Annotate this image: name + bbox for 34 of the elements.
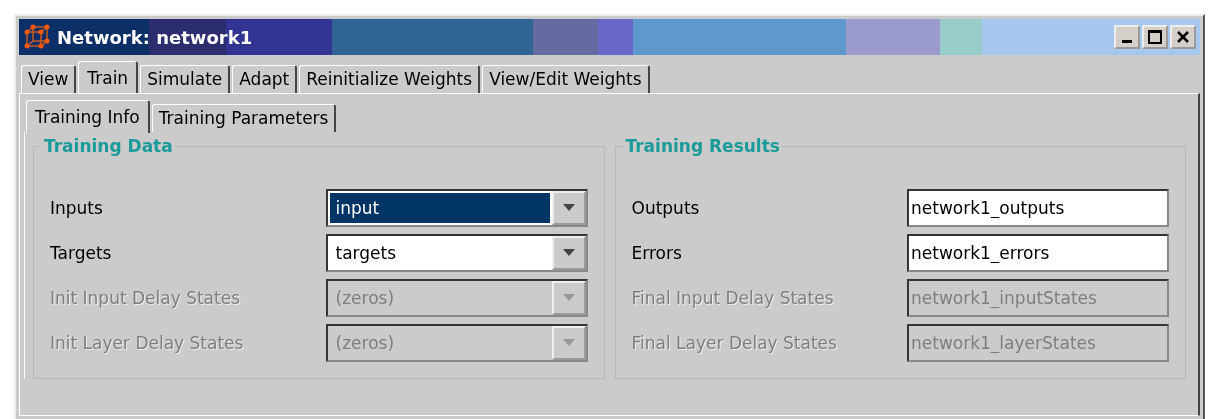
field-label: Targets [50,243,113,263]
section-title: Training Data [43,136,174,156]
field-label: Outputs [631,198,701,218]
dropdown[interactable]: input [325,189,588,227]
input-field[interactable]: network1_outputs [907,189,1169,227]
tab[interactable]: Train [78,61,139,94]
window-title: Network: network1 [57,26,254,48]
tab[interactable]: Reinitialize Weights [299,65,481,93]
input-field[interactable]: network1_errors [907,234,1169,272]
close-icon [1175,29,1191,45]
tab[interactable]: Adapt [232,65,298,93]
network-icon [23,24,51,50]
tab[interactable]: View [21,65,77,93]
dropdown-value: (zeros) [334,332,396,355]
close-button[interactable] [1170,25,1196,49]
dropdown-value: targets [334,242,398,265]
field-label: Errors [631,243,683,263]
tab[interactable]: View/Edit Weights [482,65,650,93]
maximize-button[interactable] [1142,25,1168,49]
dropdown-value: input [329,193,550,223]
field-label: Inputs [50,198,104,218]
minimize-button[interactable] [1114,25,1140,49]
dropdown-value: (zeros) [334,287,396,310]
field-label: Init Layer Delay States [50,333,245,353]
tab[interactable]: Training Parameters [151,104,337,132]
field-label: Init Input Delay States [50,288,241,308]
section-title: Training Results [624,136,781,156]
field-label: Final Input Delay States [631,288,835,308]
minimize-icon [1122,39,1132,43]
dropdown[interactable]: targets [325,234,588,272]
field-label: Final Layer Delay States [631,333,838,353]
maximize-icon [1147,29,1163,45]
tab[interactable]: Simulate [140,65,231,93]
tab[interactable]: Training Info [26,100,150,133]
